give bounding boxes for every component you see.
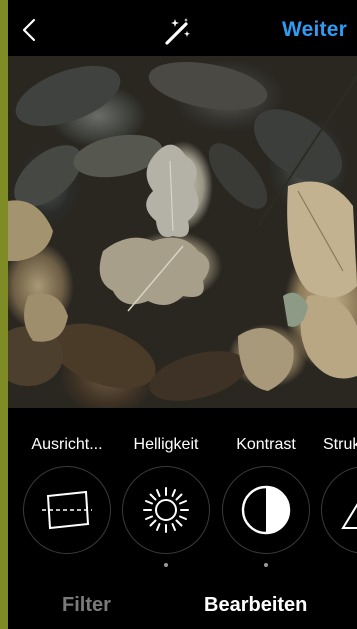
tool-label: Ausricht... — [31, 436, 103, 453]
tool-button[interactable] — [23, 466, 111, 554]
tool-button[interactable] — [321, 466, 357, 554]
chevron-left-icon — [22, 18, 36, 42]
contrast-icon — [241, 485, 291, 535]
edit-screen: Weiter Ausricht... Helligkeit Kontrast S… — [8, 0, 357, 629]
bottom-tab-bar: Filter Bearbeiten — [8, 568, 357, 629]
magic-wand-button[interactable] — [163, 16, 193, 46]
leaves-photo — [8, 61, 357, 401]
next-button[interactable]: Weiter — [282, 18, 347, 42]
straighten-icon — [42, 490, 92, 530]
structure-triangle-icon — [341, 503, 357, 529]
tab-edit[interactable]: Bearbeiten — [204, 594, 307, 617]
magic-wand-icon — [165, 18, 190, 45]
adjustment-tools: Ausricht... Helligkeit Kontrast Struk — [8, 408, 357, 568]
tool-label: Helligkeit — [133, 436, 199, 453]
adjusted-indicator — [264, 563, 268, 567]
photo-preview — [8, 56, 357, 408]
top-bar: Weiter — [8, 0, 357, 56]
tool-button[interactable] — [122, 466, 210, 554]
tool-button[interactable] — [222, 466, 310, 554]
tool-label: Kontrast — [236, 436, 296, 453]
brightness-sun-icon — [143, 487, 189, 533]
tool-label: Struktur — [323, 436, 357, 453]
back-button[interactable] — [18, 16, 40, 44]
tab-filter[interactable]: Filter — [62, 594, 111, 617]
adjusted-indicator — [164, 563, 168, 567]
